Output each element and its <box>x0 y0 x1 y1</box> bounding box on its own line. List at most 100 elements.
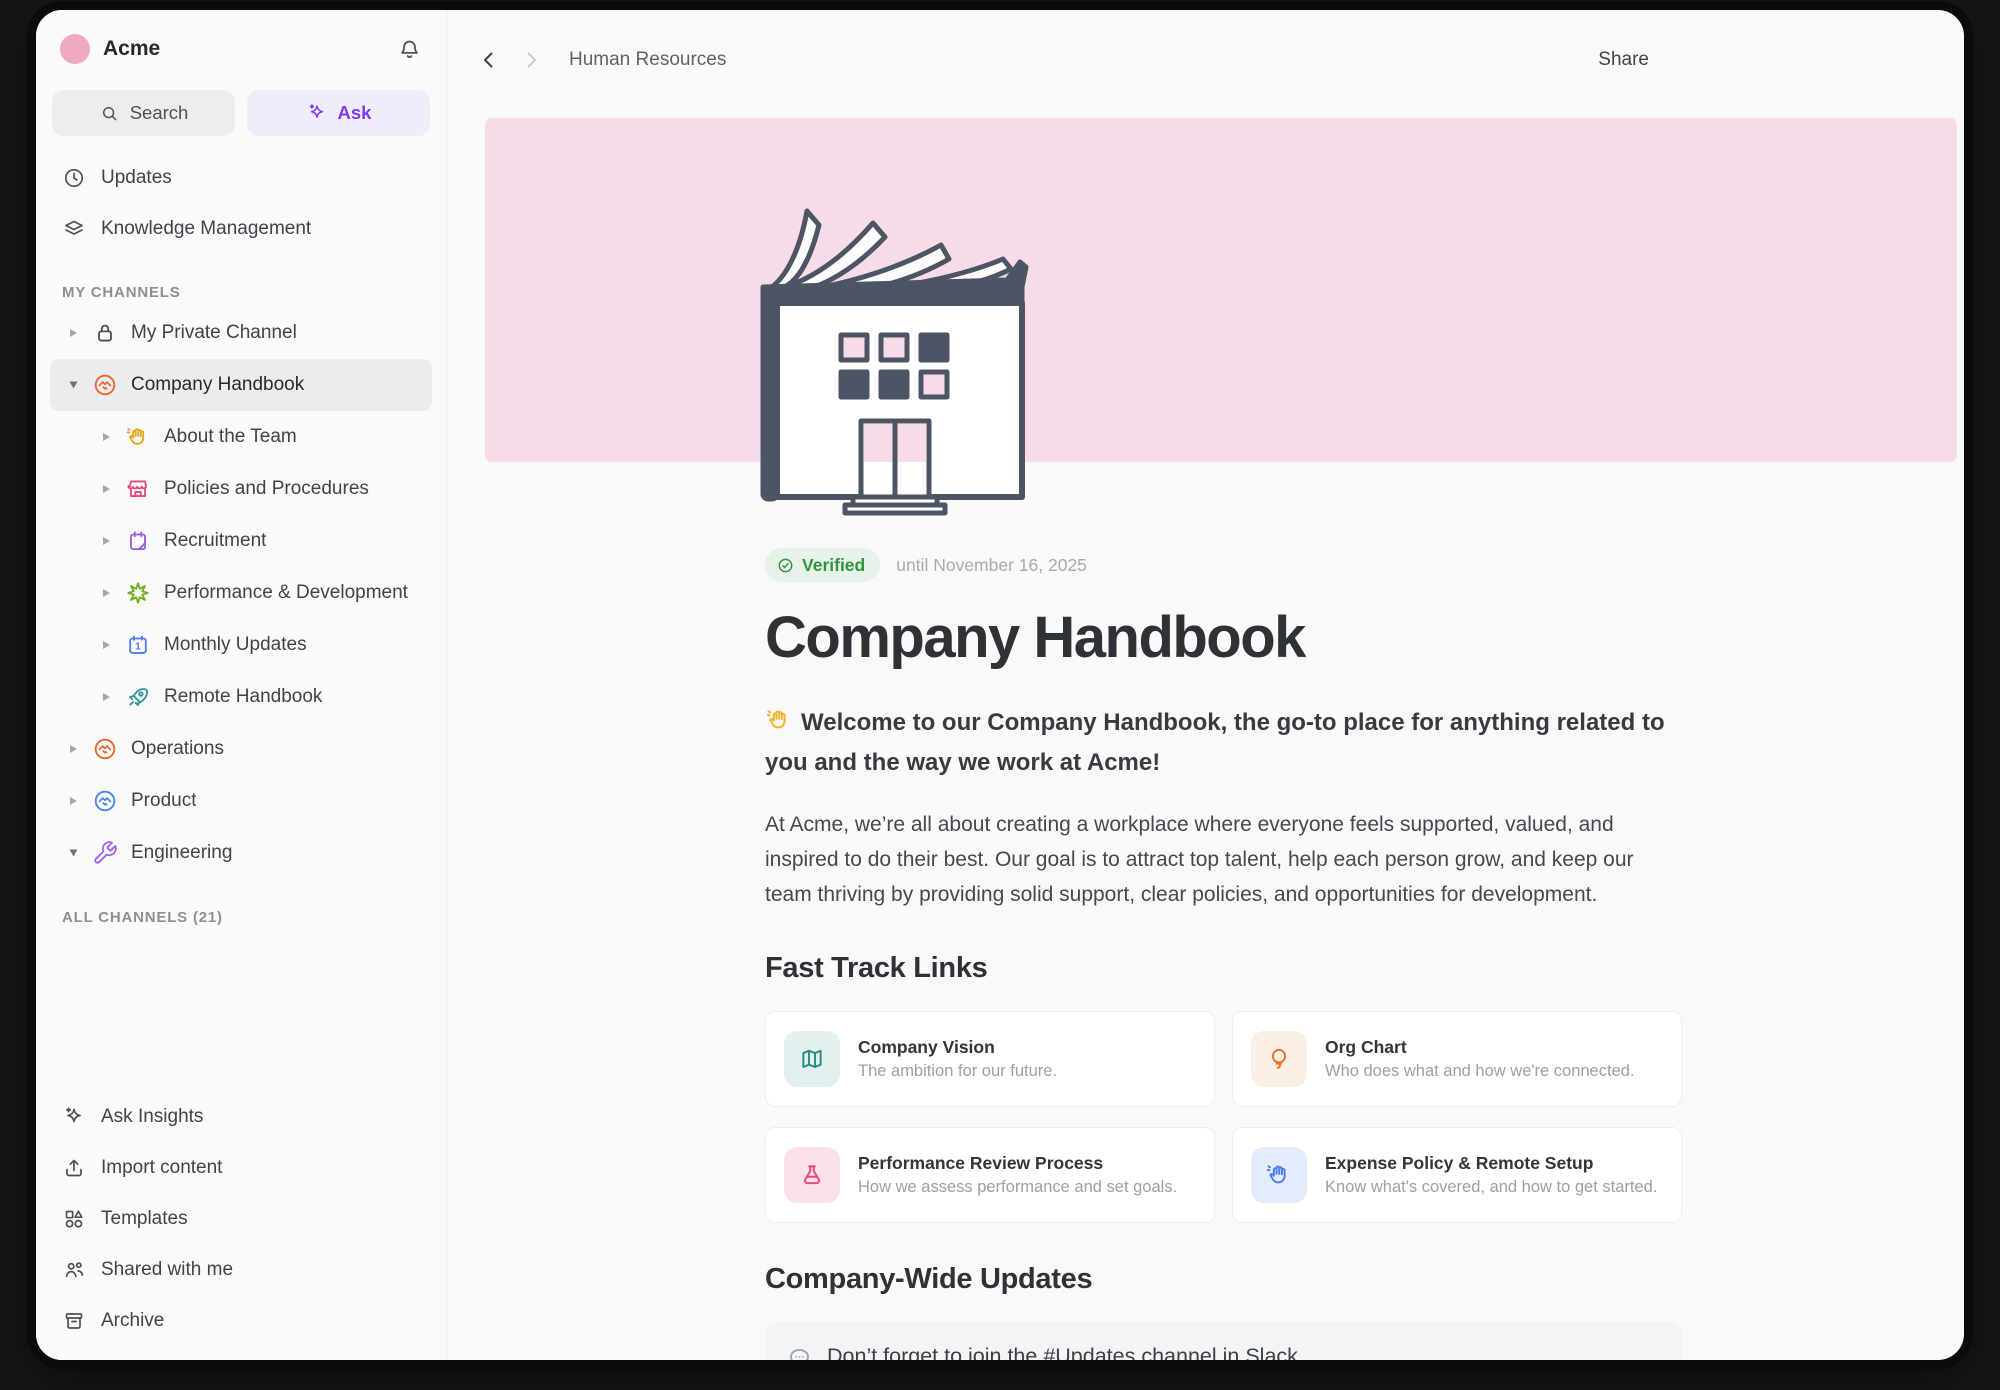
workspace-name: Acme <box>103 37 397 61</box>
clock-icon <box>62 166 86 190</box>
channel-row[interactable]: Product <box>50 775 432 827</box>
chevron-icon[interactable] <box>91 485 121 493</box>
channel-row[interactable]: About the Team <box>83 411 432 463</box>
welcome-text: Welcome to our Company Handbook, the go-… <box>765 709 1665 776</box>
templates-icon <box>62 1207 86 1231</box>
starburst-icon <box>125 580 151 606</box>
channel-list: My Private Channel Company Handbook Abou… <box>36 307 446 879</box>
channel-row[interactable]: Remote Handbook <box>83 671 432 723</box>
fast-track-card[interactable]: Performance Review Process How we assess… <box>765 1127 1215 1223</box>
wave-emoji-icon <box>765 706 793 734</box>
sidebar-footer-item[interactable]: Archive <box>36 1295 446 1346</box>
chevron-icon[interactable] <box>91 641 121 649</box>
sparkle-icon <box>62 1105 86 1129</box>
verified-badge[interactable]: Verified <box>765 548 880 582</box>
bank-icon <box>125 476 151 502</box>
welcome-paragraph: Welcome to our Company Handbook, the go-… <box>765 703 1682 783</box>
channel-row[interactable]: Operations <box>50 723 432 775</box>
sidebar-nav: Updates Knowledge Management <box>36 152 446 254</box>
document-area: Verified until November 16, 2025 Company… <box>447 110 1964 1360</box>
fast-track-card[interactable]: Company Vision The ambition for our futu… <box>765 1011 1215 1107</box>
svg-text:1: 1 <box>135 642 141 653</box>
channel-row[interactable]: Recruitment <box>83 515 432 567</box>
fast-track-heading: Fast Track Links <box>765 952 1682 985</box>
rocket-icon <box>125 684 151 710</box>
fast-track-card[interactable]: Expense Policy & Remote Setup Know what'… <box>1232 1127 1682 1223</box>
chevron-icon[interactable] <box>91 433 121 441</box>
layers-icon <box>62 217 86 241</box>
lock-icon <box>92 320 118 346</box>
forward-icon[interactable] <box>519 48 543 72</box>
ask-button[interactable]: Ask <box>247 90 430 136</box>
channel-row[interactable]: Performance & Development <box>83 567 432 619</box>
chevron-icon[interactable] <box>58 329 88 337</box>
verified-until: until November 16, 2025 <box>896 555 1087 576</box>
workspace-avatar[interactable] <box>60 34 90 64</box>
chevron-icon[interactable] <box>91 589 121 597</box>
speech-dots-icon <box>787 1345 812 1360</box>
back-icon[interactable] <box>477 48 501 72</box>
intro-paragraph: At Acme, we’re all about creating a work… <box>765 807 1682 912</box>
map-icon <box>798 1045 826 1073</box>
wrench-icon <box>92 840 118 866</box>
archive-icon <box>62 1309 86 1333</box>
page-title: Company Handbook <box>765 604 1682 671</box>
verification-row: Verified until November 16, 2025 <box>765 548 1682 582</box>
updates-heading: Company-Wide Updates <box>765 1263 1682 1296</box>
sidebar-footer-item[interactable]: Ask Insights <box>36 1091 446 1142</box>
card-icon-tile <box>1251 1147 1307 1203</box>
hero-banner <box>485 118 1957 462</box>
breadcrumb[interactable]: Human Resources <box>569 49 726 71</box>
sidebar-footer-item[interactable]: Templates <box>36 1193 446 1244</box>
sparkle-icon <box>306 102 328 124</box>
hand-icon <box>1265 1161 1293 1189</box>
handshake-icon <box>92 372 118 398</box>
workspace-header: Acme <box>36 10 446 64</box>
channel-row[interactable]: 1 Monthly Updates <box>83 619 432 671</box>
channel-row[interactable]: My Private Channel <box>50 307 432 359</box>
chevron-icon[interactable] <box>58 381 88 389</box>
building-illustration <box>755 195 1035 515</box>
search-label: Search <box>130 102 189 124</box>
share-button[interactable]: Share <box>1598 49 1649 71</box>
verified-label: Verified <box>802 555 865 576</box>
wave-hand-icon <box>125 424 151 450</box>
app-window: Acme Search Ask Updates Knowledge Manage… <box>36 10 1964 1360</box>
channel-row[interactable]: Policies and Procedures <box>83 463 432 515</box>
all-channels-label: ALL CHANNELS (21) <box>36 909 446 926</box>
upload-icon <box>62 1156 86 1180</box>
channel-row[interactable]: Engineering <box>50 827 432 879</box>
calendar-icon: 1 <box>125 632 151 658</box>
sidebar-footer-item[interactable]: Shared with me <box>36 1244 446 1295</box>
chevron-icon[interactable] <box>58 745 88 753</box>
fast-track-cards: Company Vision The ambition for our futu… <box>765 1011 1682 1223</box>
main-panel: Human Resources Share <box>447 10 1964 1360</box>
slack-callout: Don’t forget to join the #Updates channe… <box>765 1322 1682 1360</box>
sidebar-nav-item[interactable]: Knowledge Management <box>36 203 446 254</box>
card-icon-tile <box>1251 1031 1307 1087</box>
ask-label: Ask <box>338 102 372 124</box>
flask-icon <box>798 1161 826 1189</box>
people-icon <box>62 1258 86 1282</box>
chevron-icon[interactable] <box>58 797 88 805</box>
document: Verified until November 16, 2025 Company… <box>765 548 1682 1360</box>
fast-track-card[interactable]: Org Chart Who does what and how we're co… <box>1232 1011 1682 1107</box>
chevron-icon[interactable] <box>58 849 88 857</box>
channel-row[interactable]: Company Handbook <box>50 359 432 411</box>
handshake-icon <box>92 788 118 814</box>
sidebar: Acme Search Ask Updates Knowledge Manage… <box>36 10 447 1360</box>
sidebar-nav-item[interactable]: Updates <box>36 152 446 203</box>
callout-text: Don’t forget to join the #Updates channe… <box>827 1344 1304 1360</box>
notepad-icon <box>125 528 151 554</box>
search-icon <box>99 103 120 124</box>
my-channels-label: MY CHANNELS <box>36 284 446 301</box>
chevron-icon[interactable] <box>91 693 121 701</box>
bell-icon[interactable] <box>397 37 422 62</box>
sidebar-footer-item[interactable]: Import content <box>36 1142 446 1193</box>
chevron-icon[interactable] <box>91 537 121 545</box>
search-button[interactable]: Search <box>52 90 235 136</box>
check-circle-icon <box>776 556 795 575</box>
card-icon-tile <box>784 1031 840 1087</box>
sidebar-footer: Ask Insights Import content Templates Sh… <box>36 1091 446 1346</box>
handshake-icon <box>92 736 118 762</box>
